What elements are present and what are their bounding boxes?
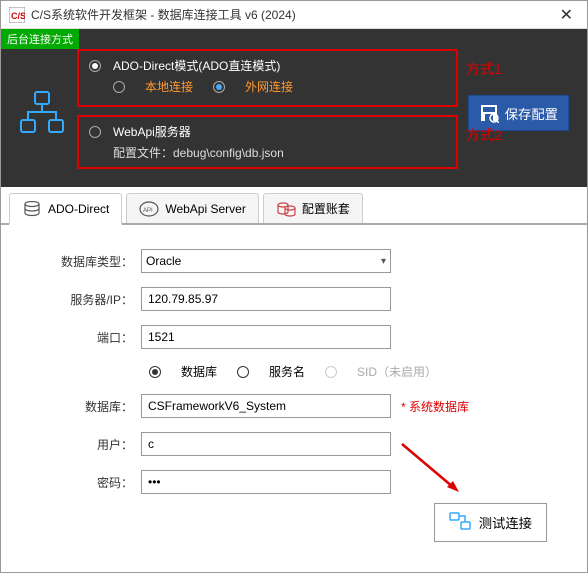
port-label: 端口： — [41, 329, 141, 346]
tab-bar: ADO-Direct API WebApi Server 配置账套 — [1, 187, 587, 225]
tab-ado-direct[interactable]: ADO-Direct — [9, 193, 122, 225]
radio-ado-direct-label: ADO-Direct模式(ADO直连模式) — [113, 57, 280, 74]
radio-dbname[interactable] — [149, 366, 161, 378]
mode-tag: 后台连接方式 — [1, 29, 79, 49]
server-label: 服务器/IP： — [41, 291, 141, 308]
chevron-down-icon: ▾ — [381, 256, 386, 267]
radio-svcname[interactable] — [237, 366, 249, 378]
connection-mode-panel: 后台连接方式 方式1 ADO-Direct模式(ADO直连模式) 本地连接 — [1, 29, 587, 187]
form-panel: 数据库类型： Oracle ▾ 服务器/IP： 端口： 数据库 服务名 SID（… — [1, 225, 587, 572]
server-input[interactable] — [141, 287, 391, 311]
port-input[interactable] — [141, 325, 391, 349]
api-icon: API — [139, 201, 159, 217]
dbname-input[interactable] — [141, 394, 391, 418]
radio-svcname-label: 服务名 — [269, 363, 305, 380]
tab-ado-label: ADO-Direct — [48, 202, 109, 216]
save-button-label: 保存配置 — [505, 104, 558, 123]
option-ado-direct: 方式1 ADO-Direct模式(ADO直连模式) 本地连接 外网连接 — [77, 49, 458, 107]
db-type-select[interactable]: Oracle ▾ — [141, 249, 391, 273]
network-icon — [17, 88, 67, 138]
radio-webapi[interactable] — [89, 126, 101, 138]
radio-webapi-label: WebApi服务器 — [113, 123, 191, 140]
test-icon — [449, 512, 471, 533]
user-label: 用户： — [41, 436, 141, 453]
annotation-1: 方式1 — [466, 59, 502, 79]
window-title: C/S系统软件开发框架 - 数据库连接工具 v6 (2024) — [31, 6, 554, 23]
save-icon — [479, 103, 499, 123]
tab-webapi-label: WebApi Server — [165, 202, 245, 216]
test-connection-button[interactable]: 测试连接 — [434, 503, 547, 542]
radio-sid-label: SID（未启用） — [357, 363, 437, 380]
option-webapi: 方式2 WebApi服务器 配置文件：debug\config\db.json — [77, 115, 458, 169]
dbname-label: 数据库： — [41, 398, 141, 415]
radio-ado-direct[interactable] — [89, 60, 101, 72]
svg-text:C/S: C/S — [11, 11, 25, 21]
titlebar: C/S C/S系统软件开发框架 - 数据库连接工具 v6 (2024) ✕ — [1, 1, 587, 29]
radio-local[interactable] — [113, 81, 125, 93]
radio-local-label: 本地连接 — [145, 78, 193, 95]
accounts-icon — [276, 201, 296, 217]
tab-webapi[interactable]: API WebApi Server — [126, 193, 258, 223]
arrow-annotation — [397, 439, 467, 502]
database-icon — [22, 201, 42, 217]
db-type-label: 数据库类型： — [41, 253, 141, 270]
radio-dbname-label: 数据库 — [181, 363, 217, 380]
user-input[interactable] — [141, 432, 391, 456]
radio-external[interactable] — [213, 81, 225, 93]
db-type-value: Oracle — [146, 254, 181, 268]
password-label: 密码： — [41, 474, 141, 491]
svg-text:API: API — [143, 208, 153, 214]
radio-external-label: 外网连接 — [245, 78, 293, 95]
close-button[interactable]: ✕ — [554, 5, 579, 25]
app-icon: C/S — [9, 7, 25, 23]
annotation-2: 方式2 — [466, 125, 502, 145]
app-window: C/S C/S系统软件开发框架 - 数据库连接工具 v6 (2024) ✕ 后台… — [0, 0, 588, 573]
password-input[interactable] — [141, 470, 391, 494]
dbname-note: * 系统数据库 — [401, 398, 469, 415]
tab-accounts[interactable]: 配置账套 — [263, 193, 363, 223]
test-button-label: 测试连接 — [479, 513, 532, 532]
radio-sid — [325, 366, 337, 378]
config-file-path: 配置文件：debug\config\db.json — [89, 144, 446, 161]
tab-accounts-label: 配置账套 — [302, 200, 350, 217]
